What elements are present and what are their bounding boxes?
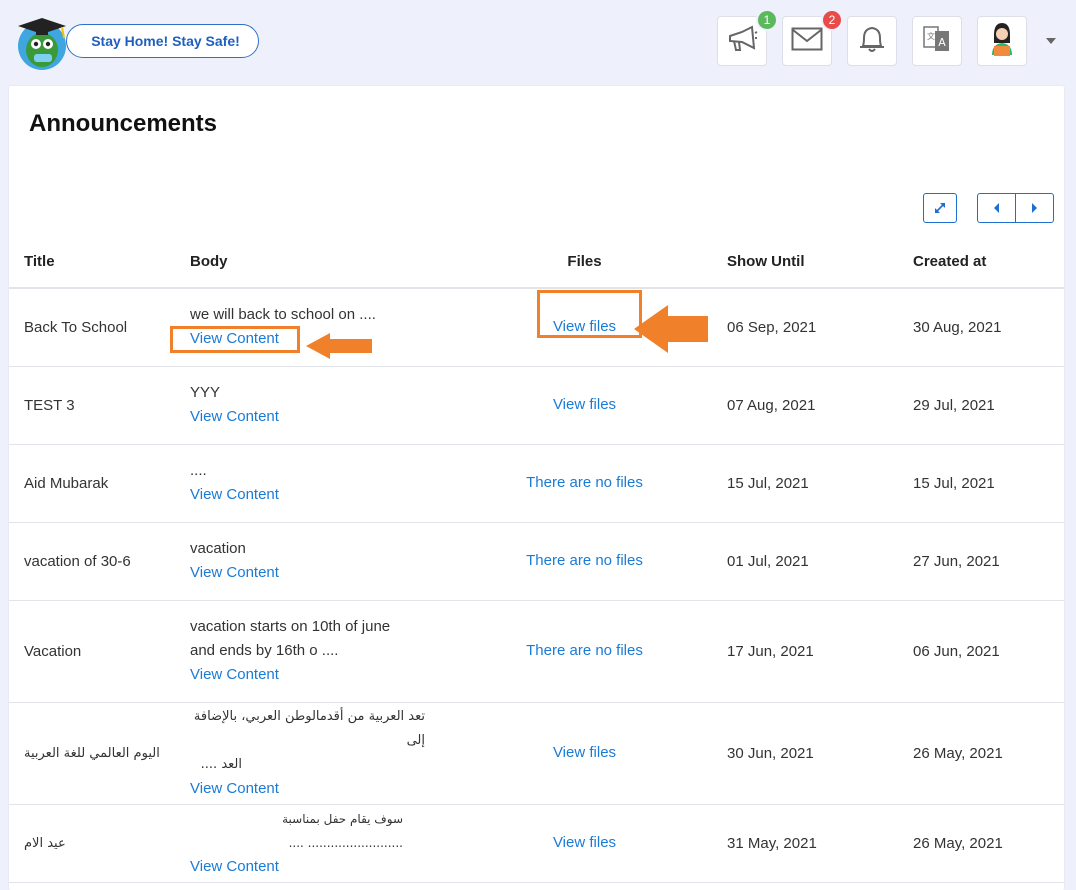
row-body: YYY (190, 384, 221, 401)
bell-icon (858, 24, 886, 59)
row-title: vacation of 30-6 (9, 522, 190, 601)
row-body: and ends by 16th o .... (190, 642, 339, 659)
row-show-until: 01 Jul, 2021 (727, 522, 913, 601)
announcements-button[interactable]: 1 (717, 9, 778, 66)
row-created-at: 30 Aug, 2021 (913, 288, 1064, 367)
row-show-until: 31 May, 2021 (727, 804, 913, 883)
row-body: العد .... (200, 757, 242, 772)
next-page-button[interactable] (1015, 194, 1052, 222)
view-content-link[interactable]: View Content (190, 483, 279, 507)
view-files-link[interactable]: View files (553, 393, 616, 417)
row-show-until: 15 Jul, 2021 (727, 444, 913, 523)
highlight-box (170, 326, 300, 354)
arrow-left-icon (632, 303, 710, 360)
avatar (987, 21, 1017, 62)
school-mascot-logo (12, 14, 74, 70)
row-show-until: 07 Aug, 2021 (727, 366, 913, 445)
table-row: Back To School we will back to school on… (9, 288, 1064, 367)
translate-icon: A文 (923, 24, 951, 59)
row-body: vacation starts on 10th of june (190, 618, 391, 635)
notifications-button[interactable] (847, 16, 897, 66)
top-bar: Stay Home! Stay Safe! 1 2 A文 (0, 0, 1076, 86)
column-header-show-until: Show Until (727, 236, 913, 289)
mail-icon (791, 27, 823, 56)
chevron-down-icon[interactable] (1046, 38, 1056, 44)
row-body: .... (190, 462, 207, 479)
row-created-at: 26 May, 2021 (913, 804, 1064, 883)
column-header-title: Title (9, 236, 190, 289)
highlight-box (536, 290, 642, 339)
row-body: تعد العربية من أقدمالوطن العربي، بالإضاف… (193, 709, 425, 748)
row-created-at: 26 May, 2021 (913, 702, 1064, 805)
caret-right-icon (1032, 203, 1037, 213)
table-row: Aid Mubarak .... View Content There are … (9, 444, 1064, 523)
view-content-link[interactable]: View Content (190, 561, 279, 585)
row-title: Vacation (9, 600, 190, 703)
row-created-at: 27 Jun, 2021 (913, 522, 1064, 601)
row-title: Back To School (9, 288, 190, 367)
table-row: TEST 3 YYY View Content View files 07 Au… (9, 366, 1064, 445)
svg-text:文: 文 (927, 31, 935, 41)
table-header-row: Title Body Files Show Until Created at (9, 236, 1064, 289)
row-body: vacation (190, 540, 246, 557)
table-row: Vacation vacation starts on 10th of june… (9, 600, 1064, 703)
svg-text:A: A (938, 36, 946, 49)
no-files-link[interactable]: There are no files (526, 549, 643, 573)
row-title: TEST 3 (9, 366, 190, 445)
table-row: عيد الام سوف يقام حفل بمناسبة ..........… (9, 804, 1064, 883)
announcements-table: Title Body Files Show Until Created at B… (9, 236, 1064, 883)
prev-page-button[interactable] (978, 194, 1015, 222)
view-files-link[interactable]: View files (553, 741, 616, 765)
row-body: we will back to school on .... (190, 306, 376, 324)
pagination-controls (977, 193, 1054, 223)
row-created-at: 06 Jun, 2021 (913, 600, 1064, 703)
row-title: Aid Mubarak (9, 444, 190, 523)
no-files-link[interactable]: There are no files (526, 471, 643, 495)
view-content-link[interactable]: View Content (190, 663, 279, 687)
announcements-badge: 1 (756, 9, 778, 31)
expand-icon (924, 194, 955, 222)
user-menu-button[interactable] (977, 16, 1027, 66)
view-files-link[interactable]: View files (553, 831, 616, 855)
page-title: Announcements (29, 110, 218, 137)
caret-left-icon (993, 203, 999, 213)
arrow-left-icon (304, 331, 374, 366)
row-created-at: 15 Jul, 2021 (913, 444, 1064, 523)
view-content-link[interactable]: View Content (190, 855, 279, 879)
messages-badge: 2 (821, 9, 843, 31)
column-header-files: Files (442, 236, 727, 289)
row-show-until: 17 Jun, 2021 (727, 600, 913, 703)
table-row: اليوم العالمي للغة العربية تعد العربية م… (9, 702, 1064, 805)
view-content-link[interactable]: View Content (190, 405, 279, 429)
row-body: سوف يقام حفل بمناسبة ...................… (282, 812, 403, 850)
column-header-body: Body (190, 236, 442, 289)
column-header-created-at: Created at (913, 236, 1064, 289)
row-title: عيد الام (9, 804, 190, 883)
row-title: اليوم العالمي للغة العربية (9, 702, 190, 805)
messages-button[interactable]: 2 (782, 9, 843, 66)
row-show-until: 30 Jun, 2021 (727, 702, 913, 805)
language-button[interactable]: A文 (912, 16, 962, 66)
expand-button[interactable] (923, 193, 957, 223)
megaphone-icon (726, 24, 758, 59)
view-content-link[interactable]: View Content (190, 777, 279, 801)
no-files-link[interactable]: There are no files (526, 639, 643, 663)
stay-safe-button[interactable]: Stay Home! Stay Safe! (66, 24, 259, 58)
table-row: vacation of 30-6 vacation View Content T… (9, 522, 1064, 601)
announcements-card: Announcements Title Body Files Show Unti… (9, 86, 1064, 890)
row-show-until: 06 Sep, 2021 (727, 288, 913, 367)
row-created-at: 29 Jul, 2021 (913, 366, 1064, 445)
